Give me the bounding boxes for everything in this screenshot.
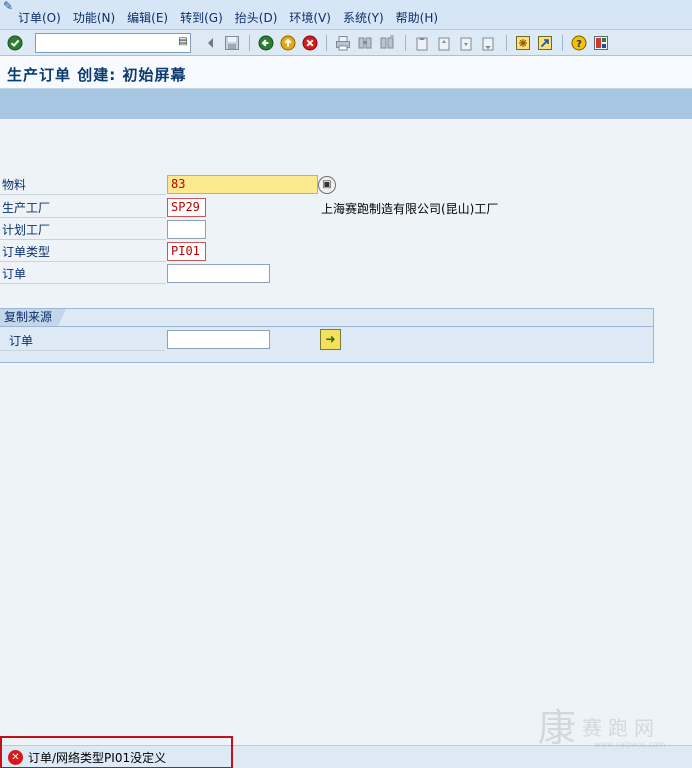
copy-from-button[interactable]: ➜ bbox=[320, 329, 341, 350]
copy-from-group: 复制来源 订单 ➜ bbox=[0, 308, 654, 363]
shortcut-icon[interactable] bbox=[536, 34, 554, 52]
material-label: 物料 bbox=[0, 175, 166, 195]
watermark-logo-icon: 康 bbox=[538, 706, 577, 750]
menu-system[interactable]: 系统(Y) bbox=[343, 10, 384, 26]
toolbar-separator bbox=[562, 35, 563, 51]
toolbar-separator bbox=[326, 35, 327, 51]
watermark-text: 赛跑网 bbox=[582, 716, 660, 740]
watermark: 康 赛跑网 www.saipaos.com bbox=[538, 706, 688, 756]
command-field[interactable] bbox=[35, 33, 191, 53]
print-icon[interactable] bbox=[334, 34, 352, 52]
find-next-icon[interactable] bbox=[378, 34, 396, 52]
help-icon[interactable]: ? bbox=[570, 34, 588, 52]
watermark-url: www.saipaos.com bbox=[594, 740, 666, 749]
application-toolbar bbox=[0, 89, 692, 119]
cancel-icon[interactable] bbox=[301, 34, 319, 52]
menu-goto[interactable]: 转到(G) bbox=[180, 10, 223, 26]
save-icon[interactable] bbox=[223, 34, 241, 52]
page-title: 生产订单 创建: 初始屏幕 bbox=[7, 66, 187, 84]
order-type-label: 订单类型 bbox=[0, 242, 166, 262]
menu-environment[interactable]: 环境(V) bbox=[289, 10, 331, 26]
create-session-icon[interactable] bbox=[514, 34, 532, 52]
toolbar-separator bbox=[506, 35, 507, 51]
menu-bar: ✎ 订单(O) 功能(N) 编辑(E) 转到(G) 抬头(D) 环境(V) 系统… bbox=[0, 0, 692, 30]
copy-from-title: 复制来源 bbox=[0, 309, 67, 326]
sap-menu-icon[interactable]: ✎ bbox=[3, 0, 17, 12]
order-field[interactable] bbox=[167, 264, 270, 283]
production-plant-field[interactable]: SP29 bbox=[167, 198, 206, 217]
menu-help[interactable]: 帮助(H) bbox=[396, 10, 438, 26]
menu-order[interactable]: 订单(O) bbox=[18, 10, 61, 26]
order-type-field[interactable]: PI01 bbox=[167, 242, 206, 261]
title-bar: 生产订单 创建: 初始屏幕 bbox=[0, 56, 692, 89]
production-plant-label: 生产工厂 bbox=[0, 198, 166, 218]
menu-items: 订单(O) 功能(N) 编辑(E) 转到(G) 抬头(D) 环境(V) 系统(Y… bbox=[18, 10, 438, 26]
toolbar-separator bbox=[249, 35, 250, 51]
menu-edit[interactable]: 编辑(E) bbox=[127, 10, 168, 26]
command-history-icon[interactable]: ▤ bbox=[177, 35, 189, 49]
toolbar-separator bbox=[405, 35, 406, 51]
copy-order-label: 订单 bbox=[0, 331, 165, 351]
standard-toolbar: ▤ ? bbox=[0, 30, 692, 56]
menu-header[interactable]: 抬头(D) bbox=[235, 10, 278, 26]
first-page-icon[interactable] bbox=[413, 34, 431, 52]
previous-icon[interactable] bbox=[202, 34, 220, 52]
last-page-icon[interactable] bbox=[479, 34, 497, 52]
planning-plant-field[interactable] bbox=[167, 220, 206, 239]
order-label: 订单 bbox=[0, 264, 166, 284]
menu-function[interactable]: 功能(N) bbox=[73, 10, 115, 26]
material-field[interactable]: 83 bbox=[167, 175, 318, 194]
next-page-icon[interactable] bbox=[457, 34, 475, 52]
layout-menu-icon[interactable] bbox=[592, 34, 610, 52]
previous-page-icon[interactable] bbox=[435, 34, 453, 52]
check-icon[interactable] bbox=[6, 34, 24, 52]
production-plant-description: 上海赛跑制造有限公司(昆山)工厂 bbox=[321, 202, 499, 216]
error-icon: ✕ bbox=[8, 750, 23, 765]
planning-plant-label: 计划工厂 bbox=[0, 220, 166, 240]
back-icon[interactable] bbox=[257, 34, 275, 52]
find-icon[interactable] bbox=[356, 34, 374, 52]
svg-text:?: ? bbox=[576, 39, 582, 50]
group-divider bbox=[0, 326, 654, 327]
value-help-icon[interactable]: ▣ bbox=[318, 176, 336, 194]
status-message[interactable]: 订单/网络类型PI01没定义 bbox=[28, 749, 166, 766]
exit-icon[interactable] bbox=[279, 34, 297, 52]
copy-order-field[interactable] bbox=[167, 330, 270, 349]
